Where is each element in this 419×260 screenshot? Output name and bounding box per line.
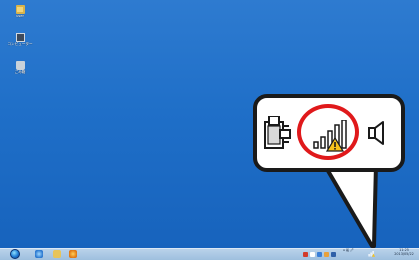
- highlight-circle: [297, 104, 359, 160]
- language-bar[interactable]: A 般 🖊: [343, 248, 354, 253]
- internet-explorer-icon[interactable]: [35, 250, 43, 258]
- recycle-bin-icon: [15, 61, 25, 70]
- computer-icon: [15, 33, 25, 42]
- folder-icon: [15, 5, 25, 14]
- media-player-icon[interactable]: [69, 250, 77, 258]
- tray-icon[interactable]: [331, 251, 336, 257]
- desktop-shortcut-user[interactable]: user: [6, 5, 34, 18]
- callout-pointer: [322, 162, 378, 248]
- speaker-icon: [368, 121, 384, 145]
- desktop-icon-label: コンピューター: [7, 42, 33, 46]
- network-tray-icon[interactable]: [368, 249, 375, 257]
- windows-explorer-icon[interactable]: [53, 250, 61, 258]
- tray-icon[interactable]: [310, 251, 315, 257]
- desktop-shortcut-recycle-bin[interactable]: ごみ箱: [6, 61, 34, 74]
- tray-icon[interactable]: [317, 251, 322, 257]
- desktop-icon-label: ごみ箱: [14, 70, 26, 74]
- desktop-shortcut-computer[interactable]: コンピューター: [6, 33, 34, 46]
- tray-icon[interactable]: [324, 251, 329, 257]
- clock-date: 2013/05/22: [394, 252, 414, 256]
- taskbar-clock[interactable]: 11:25 2013/05/22: [392, 248, 416, 256]
- taskbar: [0, 248, 419, 260]
- desktop-icon-label: user: [16, 14, 24, 18]
- system-tray: [303, 250, 336, 258]
- tray-icon[interactable]: [303, 251, 308, 257]
- power-plug-icon: [264, 116, 291, 149]
- start-button[interactable]: [10, 249, 20, 259]
